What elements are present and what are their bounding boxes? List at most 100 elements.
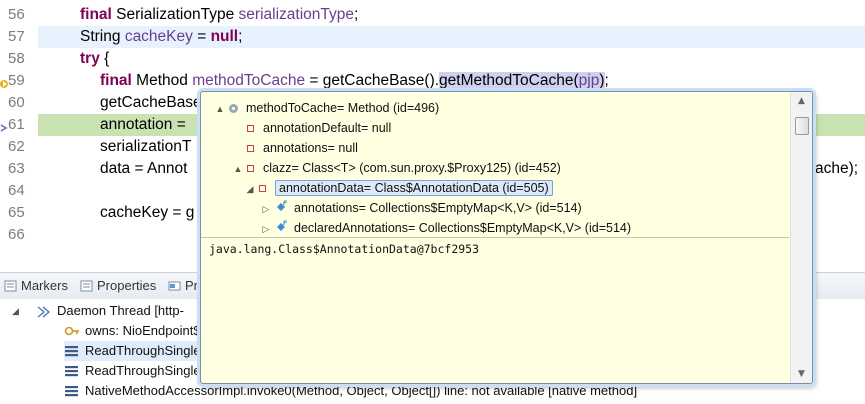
code-text: final Method methodToCache = getCacheBas…: [100, 70, 609, 92]
collapse-arrow-icon[interactable]: ▲: [233, 159, 243, 179]
variable-row[interactable]: annotationDefault= null: [233, 118, 391, 138]
variable-inspect-popup[interactable]: ▲ methodToCache= Method (id=496) annotatio…: [200, 91, 813, 384]
detail-divider: [201, 237, 789, 238]
tab-pr[interactable]: Pr: [168, 278, 198, 294]
code-text: getCacheBase: [100, 92, 202, 114]
instruction-pointer-icon: [0, 75, 8, 88]
stack-frame-row[interactable]: NativeMethodAccessorImpl.invoke0(Method,…: [64, 381, 637, 401]
field-icon: [247, 125, 254, 132]
code-text: serializationT: [100, 136, 191, 158]
tab-properties[interactable]: Properties: [80, 278, 156, 294]
progress-icon: [168, 280, 181, 292]
code-token: data = Annot: [100, 160, 188, 177]
popup-vertical-scrollbar[interactable]: ▲ ▼: [790, 92, 812, 383]
final-field-icon: F: [275, 198, 289, 218]
tab-label: Pr: [185, 278, 198, 293]
variable-label: clazz= Class<T> (com.sun.proxy.$Proxy125…: [263, 161, 561, 175]
code-token: ;: [238, 28, 243, 45]
field-icon: [259, 185, 266, 192]
field-icon: [247, 145, 254, 152]
code-text: cacheKey = g: [100, 202, 194, 224]
code-text: final SerializationType serializationTyp…: [80, 4, 358, 26]
line-number: 59: [8, 72, 25, 89]
stack-frame-row[interactable]: owns: NioEndpoint$: [64, 321, 201, 341]
variable-label: declaredAnnotations= Collections$EmptyMa…: [294, 221, 632, 235]
tree-row-label: owns: NioEndpoint$: [85, 323, 201, 338]
detail-pane-text: java.lang.Class$AnnotationData@7bcf2953: [209, 242, 480, 256]
stack-frame-row[interactable]: ReadThroughSingle: [64, 361, 201, 381]
line-number: 61: [8, 116, 25, 133]
object-icon: [229, 104, 238, 113]
stack-frame-icon: [64, 344, 80, 358]
scroll-down-icon[interactable]: ▼: [791, 365, 812, 383]
code-token: final: [80, 6, 112, 23]
expand-arrow-icon[interactable]: ▷: [261, 199, 271, 219]
variable-row[interactable]: annotations= null: [233, 138, 358, 158]
code-token: String: [80, 28, 125, 45]
collapse-arrow-icon[interactable]: ▲: [215, 99, 225, 119]
variable-label: annotationDefault= null: [263, 121, 392, 135]
tree-row-label: ReadThroughSingle: [85, 363, 201, 378]
code-token: serializationType: [238, 6, 354, 23]
line-number: 56: [8, 6, 25, 23]
code-token: getCacheBase: [100, 94, 202, 111]
line-number: 63: [8, 160, 25, 177]
code-token: =: [192, 28, 211, 45]
line-number: 65: [8, 204, 25, 221]
variable-row[interactable]: ▲ methodToCache= Method (id=496): [215, 98, 440, 119]
variable-row[interactable]: ◢ annotationData= Class$AnnotationData (i…: [245, 178, 553, 198]
code-token: pjp: [578, 72, 600, 89]
line-number: 60: [8, 94, 25, 111]
collapse-arrow-icon[interactable]: ◢: [245, 179, 255, 199]
code-text-tail: ache);: [815, 160, 859, 177]
line-number: 64: [8, 182, 25, 199]
line-number: 58: [8, 50, 25, 67]
code-token: try: [80, 50, 100, 67]
variable-label: annotationData= Class$AnnotationData (id…: [275, 180, 553, 196]
code-token: cacheKey = g: [100, 204, 195, 221]
variable-label: methodToCache= Method (id=496): [246, 101, 440, 115]
variable-row[interactable]: ▷ Fannotations= Collections$EmptyMap<K,V>…: [261, 198, 582, 218]
tree-row-label: Daemon Thread [http-: [57, 303, 184, 318]
code-line[interactable]: 56 final SerializationType serializationT…: [0, 4, 865, 26]
code-line[interactable]: 59 final Method methodToCache = getCacheB…: [0, 70, 865, 92]
final-field-icon: F: [275, 218, 289, 237]
debug-arrow-icon: [0, 119, 8, 132]
tab-label: Properties: [97, 278, 157, 293]
variable-label: annotations= null: [263, 141, 358, 155]
tree-row-label: ReadThroughSingle: [85, 343, 201, 358]
variable-row[interactable]: ▲ clazz= Class<T> (com.sun.proxy.$Proxy12…: [233, 158, 561, 178]
stack-frame-icon: [64, 384, 80, 398]
line-number: 57: [8, 28, 25, 45]
code-line[interactable]: 58 try {: [0, 48, 865, 70]
code-token: ;: [353, 6, 359, 23]
code-token: Method: [131, 72, 193, 89]
tab-label: Markers: [21, 278, 68, 293]
code-token: serializationT: [100, 138, 192, 155]
code-token: annotation =: [100, 116, 191, 133]
thread-icon: [36, 304, 52, 318]
properties-icon: [80, 280, 93, 292]
scroll-up-icon[interactable]: ▲: [791, 92, 812, 110]
stack-frame-row[interactable]: ReadThroughSingle: [64, 341, 201, 361]
code-token: {: [99, 50, 110, 67]
thread-node[interactable]: ◢ Daemon Thread [http-: [12, 301, 184, 321]
collapse-arrow-icon[interactable]: ◢: [12, 301, 19, 321]
scroll-thumb[interactable]: [795, 117, 809, 135]
variable-tree[interactable]: ▲ methodToCache= Method (id=496) annotatio…: [201, 92, 789, 237]
variable-label: annotations= Collections$EmptyMap<K,V> (…: [294, 201, 582, 215]
stack-frame-icon: [64, 364, 80, 378]
code-token: methodToCache: [192, 72, 306, 89]
code-token: null: [210, 28, 239, 45]
markers-icon: [4, 280, 17, 292]
line-number: 62: [8, 138, 25, 155]
field-icon: [247, 165, 254, 172]
tab-markers[interactable]: Markers: [4, 278, 68, 294]
code-token: = getCacheBase().: [305, 72, 440, 89]
expand-arrow-icon[interactable]: ▷: [261, 219, 271, 237]
code-line[interactable]: 57 String cacheKey = null;: [0, 26, 865, 48]
code-text: String cacheKey = null;: [80, 26, 242, 48]
variable-row[interactable]: ▷ FdeclaredAnnotations= Collections$Empty…: [261, 218, 631, 237]
line-number: 66: [8, 226, 25, 243]
code-token: getMethodToCache(: [439, 72, 579, 89]
